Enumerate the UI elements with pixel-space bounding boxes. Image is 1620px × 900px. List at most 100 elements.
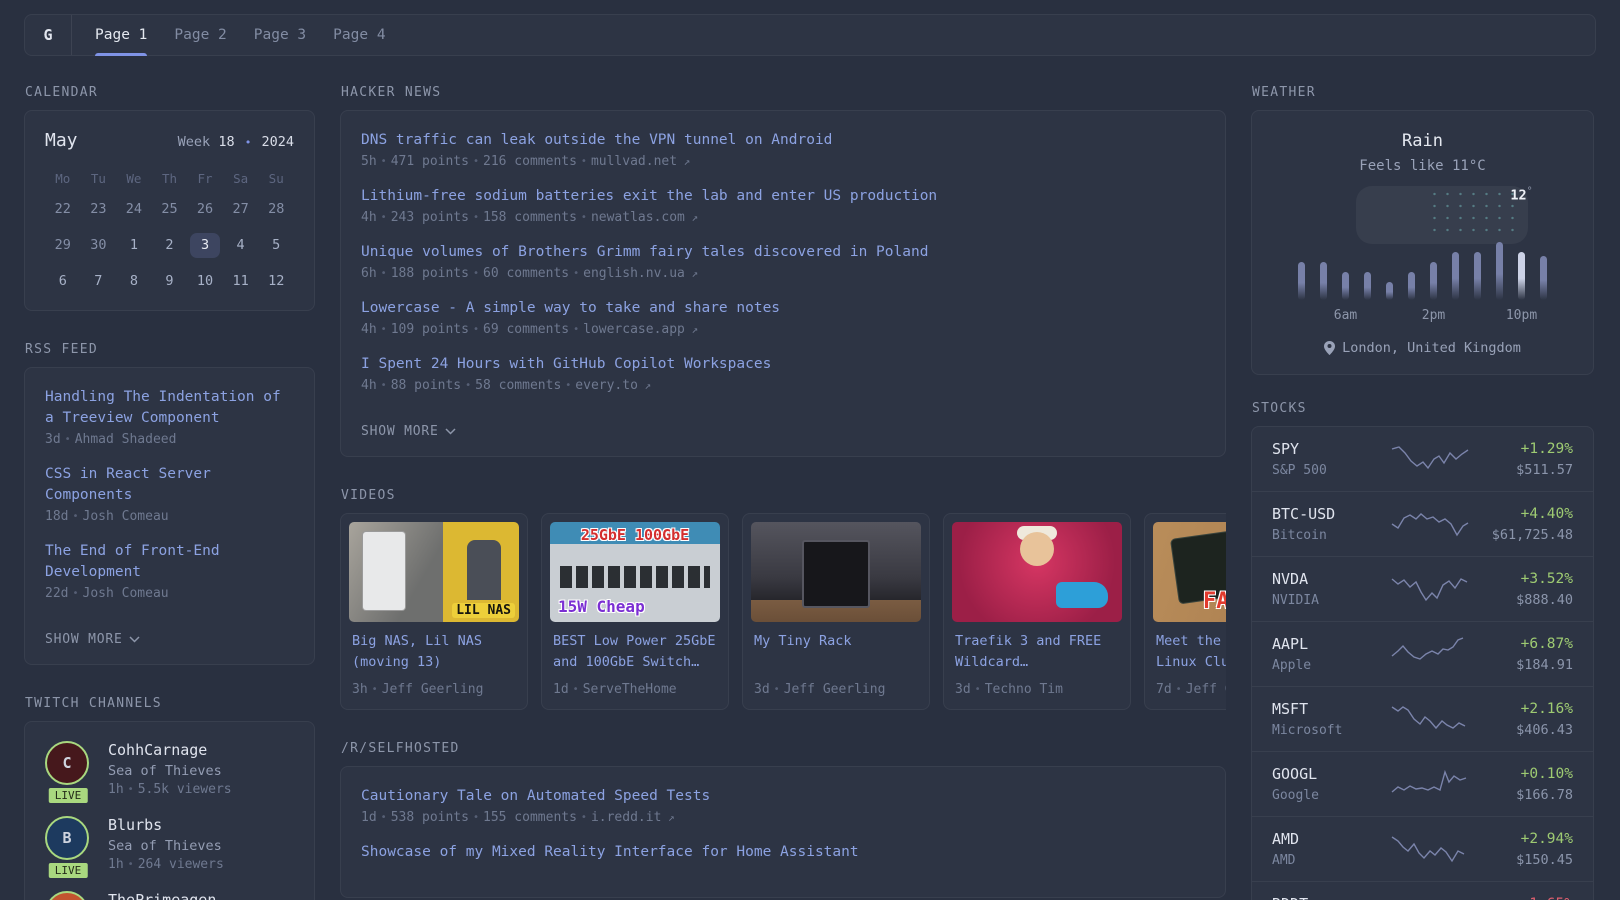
source-domain-link[interactable]: newatlas.com ↗ xyxy=(591,210,698,225)
video-title[interactable]: Traefik 3 and FREE Wildcard… xyxy=(955,631,1119,673)
stock-sparkline xyxy=(1391,513,1469,537)
video-thumbnail[interactable]: FAS xyxy=(1153,522,1226,622)
weather-location: London, United Kingdom xyxy=(1272,340,1573,356)
dot-separator: • xyxy=(472,268,479,279)
weather-bar xyxy=(1430,262,1437,300)
reddit-item-title[interactable]: Showcase of my Mixed Reality Interface f… xyxy=(361,842,1205,863)
stock-price: $184.91 xyxy=(1516,656,1573,673)
hn-item-title[interactable]: Unique volumes of Brothers Grimm fairy t… xyxy=(361,242,1205,263)
tab-page-2[interactable]: Page 2 xyxy=(174,15,226,55)
rss-widget: RSS FEED Handling The Indentation of a T… xyxy=(24,342,315,665)
rss-card: Handling The Indentation of a Treeview C… xyxy=(24,367,315,665)
video-title[interactable]: BEST Low Power 25GbE and 100GbE Switch… xyxy=(553,631,717,673)
rss-header: RSS FEED xyxy=(25,342,99,357)
video-thumbnail[interactable]: 25GbE 100GbE 15W Cheap xyxy=(550,522,720,622)
calendar-day: 12 xyxy=(268,273,285,289)
twitch-meta: 1h • 5.5k viewers xyxy=(108,782,232,797)
hn-item-title[interactable]: Lowercase - A simple way to take and sha… xyxy=(361,298,1205,319)
reddit-item-title[interactable]: Cautionary Tale on Automated Speed Tests xyxy=(361,786,1205,807)
video-thumbnail[interactable] xyxy=(952,522,1122,622)
stock-row: GOOGL Google +0.10% $166.78 xyxy=(1252,751,1593,816)
avatar[interactable]: B xyxy=(45,816,89,860)
dot-separator: • xyxy=(974,684,981,695)
tab-page-3[interactable]: Page 3 xyxy=(254,15,306,55)
calendar-today: 3 xyxy=(187,233,223,258)
video-channel: Techno Tim xyxy=(984,682,1063,697)
stock-row: MSFT Microsoft +2.16% $406.43 xyxy=(1252,686,1593,751)
stocks-card: SPY S&P 500 +1.29% $511.57 BTC-USD Bitcoin +4.… xyxy=(1251,426,1594,900)
external-link-icon: ↗ xyxy=(684,211,699,224)
rss-item: Handling The Indentation of a Treeview C… xyxy=(45,387,294,447)
docker-whale-icon xyxy=(1056,582,1108,608)
show-more-button[interactable]: SHOW MORE xyxy=(361,424,456,439)
source-domain-link[interactable]: mullvad.net ↗ xyxy=(591,154,690,169)
current-temp-label: 12° xyxy=(1510,186,1533,204)
tab-page-1[interactable]: Page 1 xyxy=(95,15,148,56)
weather-bar xyxy=(1474,252,1481,300)
show-more-button[interactable]: SHOW MORE xyxy=(45,632,140,647)
stock-name: Apple xyxy=(1272,658,1312,673)
dot-separator: • xyxy=(580,212,587,223)
video-thumbnail[interactable] xyxy=(751,522,921,622)
dot-separator: • xyxy=(380,812,387,823)
twitch-game: Sea of Thieves xyxy=(108,838,222,854)
location-pin-icon xyxy=(1324,341,1336,355)
hn-item-title[interactable]: I Spent 24 Hours with GitHub Copilot Wor… xyxy=(361,354,1205,375)
stock-change: +6.87% xyxy=(1520,635,1573,652)
page-tabs: Page 1 Page 2 Page 3 Page 4 xyxy=(72,15,386,56)
hn-item-title[interactable]: DNS traffic can leak outside the VPN tun… xyxy=(361,130,1205,151)
stock-price: $406.43 xyxy=(1516,721,1573,738)
left-column: CALENDAR May Week 18 • 2024 Mo Tu We Th Fr Sa… xyxy=(24,85,315,900)
stock-sparkline xyxy=(1391,706,1466,730)
stock-sparkline xyxy=(1391,769,1467,793)
calendar-card: May Week 18 • 2024 Mo Tu We Th Fr Sa Su 22 23 24 2… xyxy=(24,110,315,311)
top-nav: G Page 1 Page 2 Page 3 Page 4 xyxy=(24,14,1596,56)
hn-item: I Spent 24 Hours with GitHub Copilot Wor… xyxy=(361,354,1205,393)
hn-item-title[interactable]: Lithium-free sodium batteries exit the l… xyxy=(361,186,1205,207)
weather-bar xyxy=(1342,272,1349,300)
video-title[interactable]: Meet the Linux Clu xyxy=(1156,631,1226,673)
stock-ticker: MSFT xyxy=(1272,700,1309,718)
video-title[interactable]: Big NAS, Lil NAS (moving 13) xyxy=(352,631,516,673)
video-title[interactable]: My Tiny Rack xyxy=(754,631,918,673)
calendar-week: Week 18 • 2024 xyxy=(178,134,294,150)
source-domain-link[interactable]: every.to ↗ xyxy=(575,378,651,393)
reddit-item: Cautionary Tale on Automated Speed Tests… xyxy=(361,786,1205,825)
hn-item-meta: 4h • 109 points • 69 comments • lowercase.app … xyxy=(361,322,1205,337)
dot-separator: • xyxy=(380,380,387,391)
reddit-header: /R/SELFHOSTED xyxy=(341,741,460,756)
source-domain-link[interactable]: lowercase.app ↗ xyxy=(583,322,698,337)
calendar-day: 1 xyxy=(129,237,138,253)
avatar[interactable]: C xyxy=(45,741,89,785)
dot-separator: • xyxy=(580,156,587,167)
dot-separator: • xyxy=(573,268,580,279)
dashboard: CALENDAR May Week 18 • 2024 Mo Tu We Th Fr Sa… xyxy=(0,85,1620,900)
twitch-channel-name[interactable]: ThePrimeagen xyxy=(108,891,216,900)
twitch-channel-name[interactable]: CohhCarnage xyxy=(108,741,232,759)
meta-part: 538 points xyxy=(390,810,469,825)
rss-item-title[interactable]: Handling The Indentation of a Treeview C… xyxy=(45,387,294,429)
external-link-icon: ↗ xyxy=(684,323,699,336)
stock-change: +0.10% xyxy=(1520,765,1573,782)
videos-widget: VIDEOS LIL NAS Big NAS, Lil NAS (moving 1… xyxy=(340,488,1226,710)
tab-page-4[interactable]: Page 4 xyxy=(333,15,385,55)
video-thumbnail[interactable]: LIL NAS xyxy=(349,522,519,622)
source-domain-link[interactable]: english.nv.ua ↗ xyxy=(583,266,698,281)
external-link-icon: ↗ xyxy=(677,155,691,168)
source-domain-link[interactable]: i.redd.it ↗ xyxy=(591,810,675,825)
twitch-channel-name[interactable]: Blurbs xyxy=(108,816,224,834)
stock-ticker: RDDT xyxy=(1272,895,1390,900)
hn-item-meta: 4h • 243 points • 158 comments • newatlas.com … xyxy=(361,210,1205,225)
stock-price: $150.45 xyxy=(1516,851,1573,868)
stock-change: +1.29% xyxy=(1520,440,1573,457)
week-word: Week xyxy=(177,134,211,150)
time-tick-label: 6am xyxy=(1333,308,1358,323)
dot-separator: • xyxy=(380,212,387,223)
avatar[interactable] xyxy=(45,891,89,900)
weather-bar xyxy=(1298,262,1305,300)
app-logo[interactable]: G xyxy=(25,15,72,55)
stock-price: $166.78 xyxy=(1516,786,1573,803)
hn-item: DNS traffic can leak outside the VPN tun… xyxy=(361,130,1205,169)
rss-item-title[interactable]: The End of Front-End Development xyxy=(45,541,294,583)
rss-item-title[interactable]: CSS in React Server Components xyxy=(45,464,294,506)
